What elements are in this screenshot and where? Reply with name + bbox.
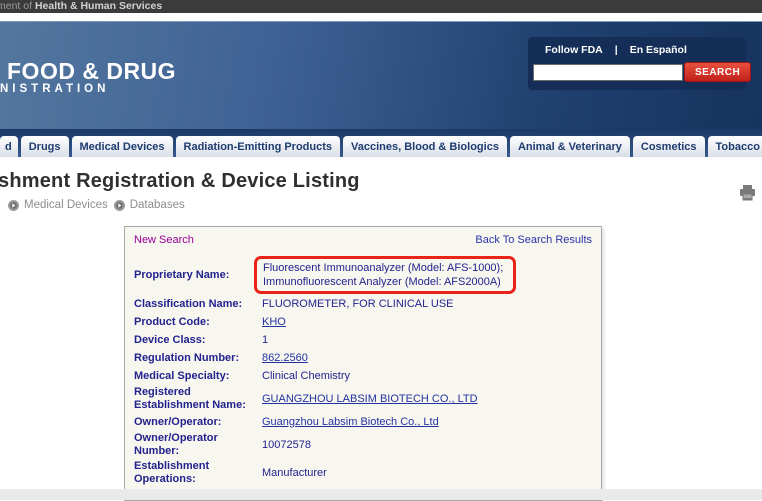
page-title: shment Registration & Device Listing bbox=[0, 170, 360, 193]
breadcrumb: Medical Devices Databases bbox=[8, 199, 185, 211]
table-row: Proprietary Name: Fluorescent Immunoanal… bbox=[134, 256, 592, 294]
table-row: Product Code: KHO bbox=[134, 314, 592, 330]
row-label: Registered Establishment Name: bbox=[134, 386, 256, 412]
tab-vaccines-blood-biologics[interactable]: Vaccines, Blood & Biologics bbox=[343, 136, 507, 157]
row-label: Proprietary Name: bbox=[134, 269, 256, 282]
tab-radiation-emitting-products[interactable]: Radiation-Emitting Products bbox=[176, 136, 341, 157]
table-row: Registered Establishment Name: GUANGZHOU… bbox=[134, 386, 592, 412]
row-value: Manufacturer bbox=[262, 466, 592, 480]
owner-operator-link[interactable]: Guangzhou Labsim Biotech Co., Ltd bbox=[262, 416, 439, 428]
primary-nav: d Drugs Medical Devices Radiation-Emitti… bbox=[0, 129, 762, 157]
tab-medical-devices[interactable]: Medical Devices bbox=[72, 136, 173, 157]
fda-header: FOOD & DRUG NISTRATION Follow FDA | En E… bbox=[0, 21, 762, 129]
tab-animal-veterinary[interactable]: Animal & Veterinary bbox=[510, 136, 630, 157]
row-label: Device Class: bbox=[134, 334, 256, 347]
row-value: FLUOROMETER, FOR CLINICAL USE bbox=[262, 297, 592, 311]
print-icon[interactable] bbox=[739, 185, 756, 206]
table-row: Regulation Number: 862.2560 bbox=[134, 350, 592, 366]
tab-drugs[interactable]: Drugs bbox=[21, 136, 69, 157]
search-input[interactable] bbox=[533, 64, 683, 81]
row-value: Fluorescent Immunoanalyzer (Model: AFS-1… bbox=[263, 262, 503, 288]
gov-topbar: ment of Health & Human Services bbox=[0, 0, 762, 13]
table-row: Owner/Operator Number: 10072578 bbox=[134, 432, 592, 458]
proprietary-name-highlight-box: Fluorescent Immunoanalyzer (Model: AFS-1… bbox=[254, 256, 516, 294]
breadcrumb-arrow-icon bbox=[114, 200, 125, 211]
gov-topbar-title: Health & Human Services bbox=[35, 0, 162, 12]
table-row: Device Class: 1 bbox=[134, 332, 592, 348]
fda-logo: FOOD & DRUG NISTRATION bbox=[7, 59, 176, 95]
tab-tobacco-products[interactable]: Tobacco Pr bbox=[708, 136, 762, 157]
breadcrumb-item-databases[interactable]: Databases bbox=[114, 199, 185, 211]
row-label: Establishment Operations: bbox=[134, 460, 256, 486]
breadcrumb-item-medical-devices[interactable]: Medical Devices bbox=[8, 199, 108, 211]
row-label: Owner/Operator: bbox=[134, 416, 256, 429]
row-label: Regulation Number: bbox=[134, 352, 256, 365]
table-row: Owner/Operator: Guangzhou Labsim Biotech… bbox=[134, 414, 592, 430]
row-value: 1 bbox=[262, 333, 592, 347]
row-label: Product Code: bbox=[134, 316, 256, 329]
product-code-link[interactable]: KHO bbox=[262, 316, 286, 328]
follow-fda-link[interactable]: Follow FDA bbox=[545, 44, 603, 56]
header-link-divider: | bbox=[615, 44, 618, 56]
new-search-link[interactable]: New Search bbox=[134, 234, 194, 246]
regulation-number-link[interactable]: 862.2560 bbox=[262, 352, 308, 364]
en-espanol-link[interactable]: En Español bbox=[630, 44, 687, 56]
registered-establishment-link[interactable]: GUANGZHOU LABSIM BIOTECH CO., LTD bbox=[262, 393, 478, 405]
table-row: Medical Specialty: Clinical Chemistry bbox=[134, 368, 592, 384]
row-label: Owner/Operator Number: bbox=[134, 432, 256, 458]
fda-logo-line2: NISTRATION bbox=[0, 83, 176, 95]
header-search-panel: Follow FDA | En Español SEARCH bbox=[528, 37, 746, 90]
search-button[interactable]: SEARCH bbox=[684, 62, 751, 82]
row-value: Clinical Chemistry bbox=[262, 369, 592, 383]
tab-food[interactable]: d bbox=[0, 136, 18, 157]
fda-logo-line1: FOOD & DRUG bbox=[7, 59, 176, 83]
tab-cosmetics[interactable]: Cosmetics bbox=[633, 136, 705, 157]
row-label: Classification Name: bbox=[134, 298, 256, 311]
row-label: Medical Specialty: bbox=[134, 370, 256, 383]
page-bottom-strip bbox=[0, 489, 762, 500]
row-value: 10072578 bbox=[262, 438, 592, 452]
breadcrumb-arrow-icon bbox=[8, 200, 19, 211]
table-row: Classification Name: FLUOROMETER, FOR CL… bbox=[134, 296, 592, 312]
back-to-search-results-link[interactable]: Back To Search Results bbox=[475, 234, 592, 246]
gov-topbar-prefix: ment of bbox=[0, 0, 35, 12]
table-row: Establishment Operations: Manufacturer bbox=[134, 460, 592, 486]
device-listing-card: New Search Back To Search Results Propri… bbox=[124, 226, 602, 501]
